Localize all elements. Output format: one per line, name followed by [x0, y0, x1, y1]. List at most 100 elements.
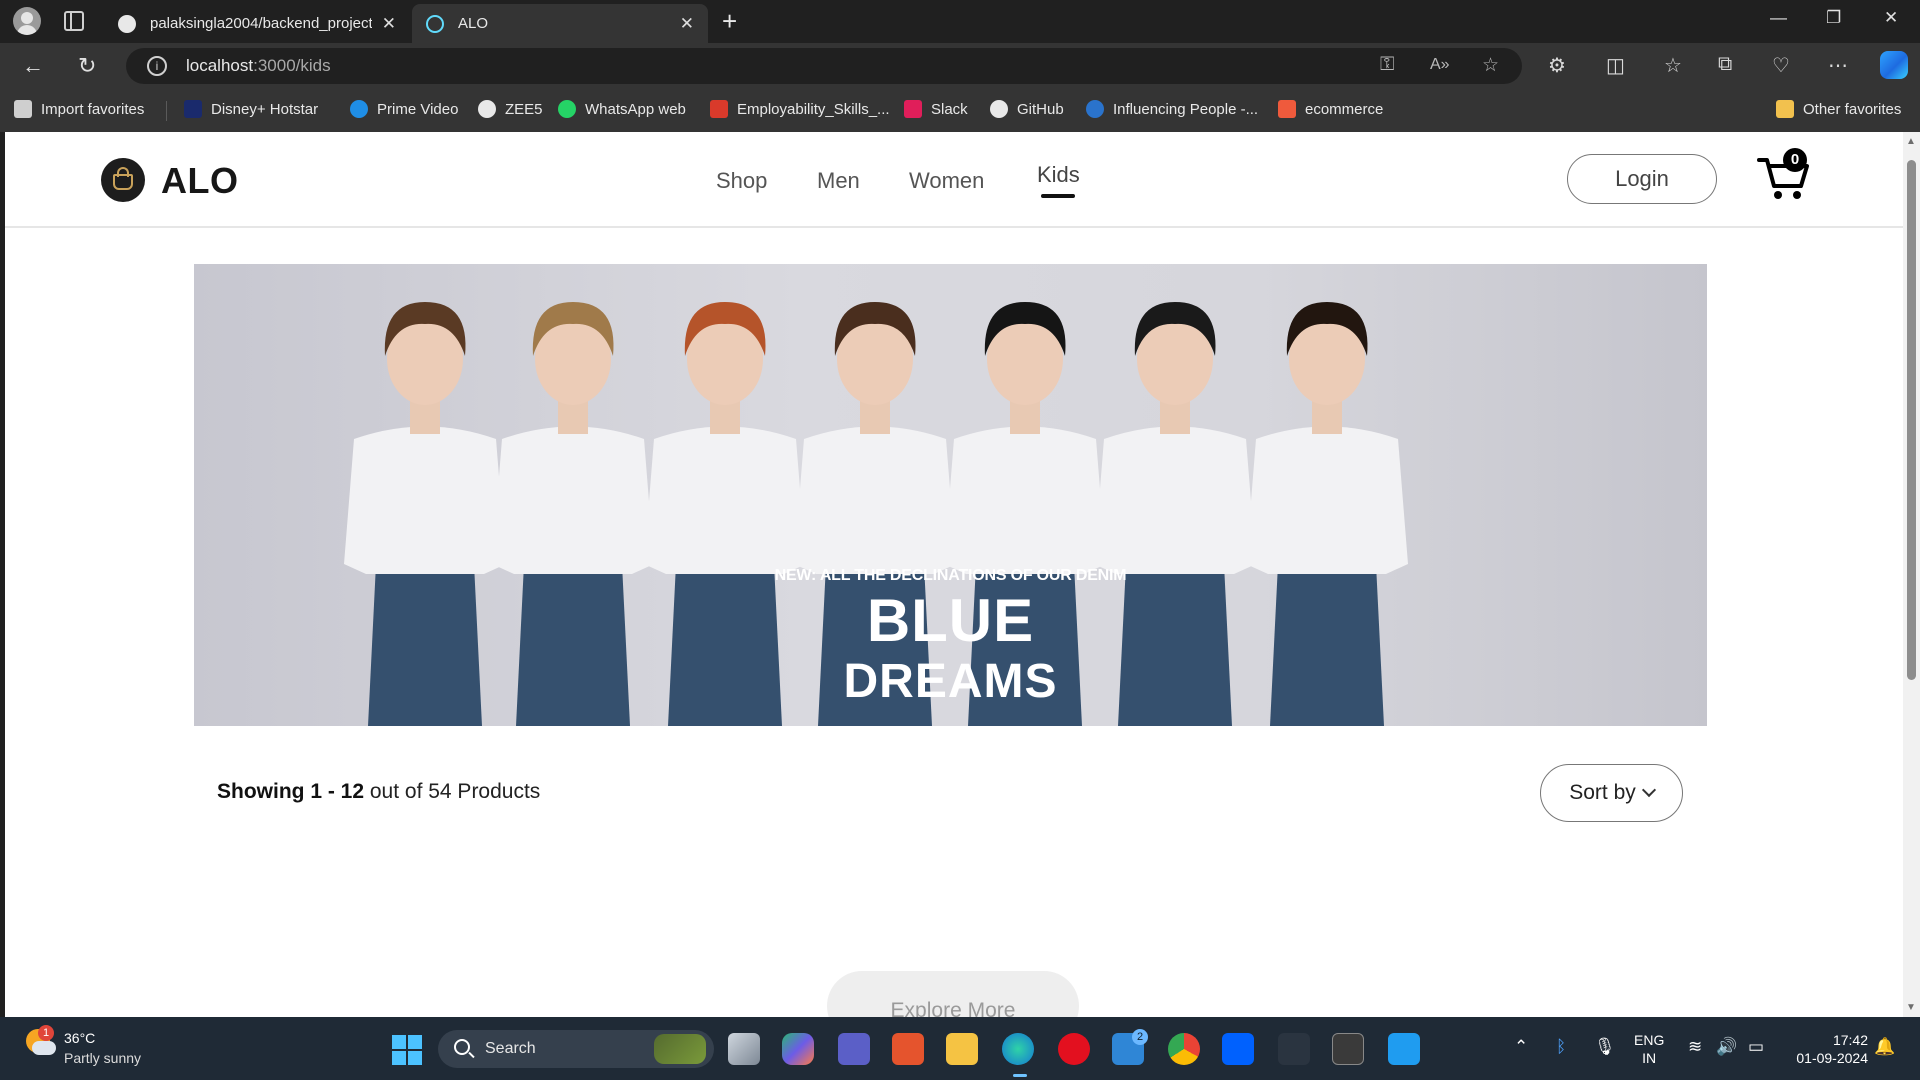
sort-by-button[interactable]: Sort by: [1540, 764, 1683, 822]
url-text[interactable]: localhost:3000/kids: [186, 56, 331, 76]
fav-zee5[interactable]: ZEE5: [478, 100, 543, 118]
taskbar-search[interactable]: Search: [438, 1030, 714, 1068]
fav-employability-skills[interactable]: Employability_Skills_...: [710, 100, 890, 118]
extensions-icon[interactable]: ⚙: [1548, 53, 1566, 78]
read-aloud-icon[interactable]: A»: [1430, 56, 1450, 74]
login-button[interactable]: Login: [1567, 154, 1717, 204]
notifications-icon[interactable]: 🔔: [1874, 1037, 1895, 1057]
back-icon[interactable]: ←: [22, 53, 44, 79]
favorites-icon[interactable]: ☆: [1664, 53, 1682, 78]
brand-name[interactable]: ALO: [161, 160, 239, 202]
tab-github[interactable]: palaksingla2004/backend_project ✕: [104, 4, 410, 43]
zee5-icon: [478, 100, 496, 118]
hero-subtitle: NEW: ALL THE DECLINATIONS OF OUR DENIM: [774, 567, 1127, 584]
wifi-icon[interactable]: ≋: [1688, 1037, 1702, 1057]
opera-icon[interactable]: [1058, 1033, 1090, 1065]
nav-women[interactable]: Women: [909, 168, 984, 194]
language-indicator[interactable]: ENG IN: [1634, 1031, 1664, 1067]
site-info-icon[interactable]: i: [147, 56, 167, 76]
address-bar[interactable]: i localhost:3000/kids ⚿ A» ☆: [126, 48, 1522, 84]
favorite-star-icon[interactable]: ☆: [1482, 54, 1499, 77]
vscode-icon[interactable]: [1388, 1033, 1420, 1065]
cq-app-icon[interactable]: [892, 1033, 924, 1065]
github-desktop-icon[interactable]: [1278, 1033, 1310, 1065]
nav-shop[interactable]: Shop: [716, 168, 767, 194]
white-polo: [492, 426, 654, 574]
volume-icon[interactable]: 🔊: [1716, 1037, 1737, 1057]
microphone-icon[interactable]: 🎙: [1594, 1037, 1616, 1057]
show-hidden-icons-icon[interactable]: ⌃: [1514, 1037, 1528, 1057]
fav-prime-video[interactable]: Prime Video: [350, 100, 458, 118]
chrome-icon[interactable]: [1168, 1033, 1200, 1065]
nav-kids[interactable]: Kids: [1037, 162, 1080, 188]
coursera-icon: [1086, 100, 1104, 118]
fav-github[interactable]: GitHub: [990, 100, 1064, 118]
weather-badge: 1: [38, 1025, 54, 1041]
scroll-up-icon[interactable]: ▲: [1906, 136, 1916, 147]
fav-whatsapp[interactable]: WhatsApp web: [558, 100, 686, 118]
minimize-icon[interactable]: —: [1770, 8, 1787, 28]
workspaces-icon[interactable]: [64, 11, 84, 31]
favorites-bar: Import favorites Disney+ Hotstar Prime V…: [0, 89, 1920, 132]
dropbox-icon[interactable]: [1222, 1033, 1254, 1065]
fav-import-favorites[interactable]: Import favorites: [14, 100, 144, 118]
file-explorer-icon[interactable]: [946, 1033, 978, 1065]
browser-essentials-icon[interactable]: ♡: [1772, 53, 1790, 78]
split-screen-icon[interactable]: ◫: [1606, 53, 1625, 78]
import-icon: [14, 100, 32, 118]
refresh-icon[interactable]: ↻: [78, 53, 96, 79]
scrollbar-thumb[interactable]: [1907, 160, 1916, 680]
tab-title: palaksingla2004/backend_project: [150, 15, 372, 32]
search-highlight-image: [654, 1034, 706, 1064]
battery-icon[interactable]: ▭: [1748, 1037, 1764, 1057]
hero-title-line2: DREAMS: [843, 655, 1058, 708]
teams-icon[interactable]: [838, 1033, 870, 1065]
weather-icon[interactable]: 1: [26, 1025, 56, 1059]
tab-title: ALO: [458, 15, 489, 32]
cart-count-badge: 0: [1783, 148, 1807, 172]
windows-start-icon[interactable]: [392, 1035, 422, 1065]
other-favorites[interactable]: Other favorites: [1776, 100, 1901, 118]
window-close-icon[interactable]: ✕: [1884, 8, 1898, 28]
page-scrollbar[interactable]: ▲ ▼: [1903, 132, 1920, 1017]
start-tile: [408, 1051, 422, 1065]
explore-more-button[interactable]: Explore More: [827, 971, 1079, 1017]
fav-disney-hotstar[interactable]: Disney+ Hotstar: [184, 100, 318, 118]
weather-description[interactable]: Partly sunny: [64, 1050, 141, 1066]
close-icon[interactable]: ✕: [382, 14, 396, 34]
edge-running-indicator: [1013, 1074, 1027, 1077]
clock[interactable]: 17:42 01-09-2024: [1786, 1031, 1868, 1067]
copilot-icon[interactable]: [1880, 51, 1908, 79]
white-polo: [1246, 426, 1408, 574]
collections-icon[interactable]: ⧉: [1718, 53, 1732, 76]
results-count: Showing 1 - 12 out of 54 Products: [217, 780, 541, 803]
restore-icon[interactable]: ❐: [1826, 8, 1841, 28]
scroll-down-icon[interactable]: ▼: [1906, 1002, 1916, 1013]
more-icon[interactable]: ⋯: [1828, 53, 1848, 78]
hero-banner: NEW: ALL THE DECLINATIONS OF OUR DENIM B…: [194, 264, 1707, 726]
new-tab-icon[interactable]: +: [722, 6, 737, 37]
fav-slack[interactable]: Slack: [904, 100, 968, 118]
shopping-bag-logo-icon[interactable]: [101, 158, 145, 202]
hero-title-line1: BLUE: [866, 587, 1035, 654]
terminal-icon[interactable]: [1332, 1033, 1364, 1065]
fav-ecommerce[interactable]: ecommerce: [1278, 100, 1383, 118]
fav-influencing-people[interactable]: Influencing People -...: [1086, 100, 1258, 118]
start-tile: [408, 1035, 422, 1049]
profile-avatar[interactable]: [13, 7, 41, 35]
white-polo: [944, 426, 1106, 574]
white-polo: [794, 426, 956, 574]
ecommerce-icon: [1278, 100, 1296, 118]
copilot-app-icon[interactable]: [782, 1033, 814, 1065]
task-view-icon[interactable]: [728, 1033, 760, 1065]
pdf-icon: [710, 100, 728, 118]
tab-alo[interactable]: ALO ✕: [412, 4, 708, 43]
key-icon[interactable]: ⚿: [1380, 54, 1394, 76]
edge-icon[interactable]: [1002, 1033, 1034, 1065]
bluetooth-icon[interactable]: ᛒ: [1556, 1037, 1566, 1057]
weather-temperature[interactable]: 36°C: [64, 1030, 95, 1046]
address-toolbar: ← ↻ i localhost:3000/kids ⚿ A» ☆ ⚙ ◫ ☆ ⧉…: [0, 43, 1920, 89]
close-icon[interactable]: ✕: [680, 14, 694, 34]
nav-men[interactable]: Men: [817, 168, 860, 194]
white-polo: [1094, 426, 1256, 574]
